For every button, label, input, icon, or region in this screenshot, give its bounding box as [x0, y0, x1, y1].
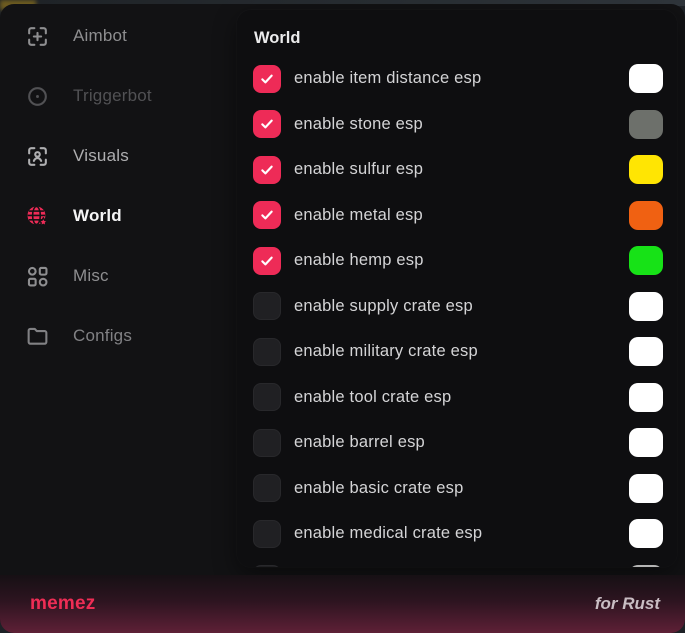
esp-checkbox[interactable] — [253, 110, 281, 138]
sidebar-item-misc[interactable]: Misc — [0, 246, 237, 306]
color-swatch[interactable] — [629, 428, 663, 457]
esp-row: enable item distance esp — [237, 56, 677, 102]
esp-row: enable metal esp — [237, 193, 677, 239]
sidebar-item-label: Aimbot — [73, 26, 127, 46]
main-area: AimbotTriggerbotVisualsWorldMiscConfigs … — [0, 4, 685, 575]
world-globe-icon — [25, 204, 50, 229]
esp-row-label: enable metal esp — [294, 206, 629, 225]
configs-folder-icon — [25, 324, 50, 349]
esp-row: enable stone esp — [237, 102, 677, 148]
esp-row-label: enable barrel esp — [294, 433, 629, 452]
esp-rows: enable item distance esp enable stone esp… — [237, 56, 677, 567]
check-icon — [259, 253, 275, 269]
sidebar-item-configs[interactable]: Configs — [0, 306, 237, 366]
esp-row: enable basic crate esp — [237, 466, 677, 512]
esp-checkbox[interactable] — [253, 156, 281, 184]
esp-checkbox[interactable] — [253, 565, 281, 567]
esp-row: enable hemp esp — [237, 238, 677, 284]
footer: memez for Rust — [0, 575, 685, 633]
esp-row: enable medical crate esp — [237, 511, 677, 557]
esp-checkbox[interactable] — [253, 520, 281, 548]
esp-checkbox[interactable] — [253, 292, 281, 320]
color-swatch[interactable] — [629, 246, 663, 275]
color-swatch[interactable] — [629, 64, 663, 93]
panel-title: World — [254, 20, 677, 56]
esp-row: enable military crate esp — [237, 329, 677, 375]
color-swatch[interactable] — [629, 383, 663, 412]
esp-checkbox[interactable] — [253, 474, 281, 502]
esp-row-partial — [237, 557, 677, 568]
esp-checkbox[interactable] — [253, 247, 281, 275]
esp-row: enable supply crate esp — [237, 284, 677, 330]
sidebar-item-aimbot[interactable]: Aimbot — [0, 6, 237, 66]
sidebar-item-triggerbot[interactable]: Triggerbot — [0, 66, 237, 126]
check-icon — [259, 116, 275, 132]
color-swatch[interactable] — [629, 519, 663, 548]
brand-logo: memez — [30, 593, 95, 615]
sidebar-item-label: World — [73, 206, 122, 226]
world-panel: World enable item distance esp enable sto… — [237, 10, 677, 567]
triggerbot-circle-icon — [25, 84, 50, 109]
color-swatch[interactable] — [629, 155, 663, 184]
color-swatch[interactable] — [629, 110, 663, 139]
esp-checkbox[interactable] — [253, 383, 281, 411]
color-swatch[interactable] — [629, 474, 663, 503]
esp-row-label: enable item distance esp — [294, 69, 629, 88]
aimbot-crosshair-icon — [25, 24, 50, 49]
esp-checkbox[interactable] — [253, 201, 281, 229]
esp-checkbox[interactable] — [253, 338, 281, 366]
cheat-menu-window: AimbotTriggerbotVisualsWorldMiscConfigs … — [0, 4, 685, 633]
sidebar-item-label: Visuals — [73, 146, 129, 166]
visuals-scan-icon — [25, 144, 50, 169]
sidebar: Aimbot Triggerbot Visuals World Misc Configs — [0, 4, 237, 575]
check-icon — [259, 71, 275, 87]
esp-row-label: enable medical crate esp — [294, 524, 629, 543]
esp-row-label: enable basic crate esp — [294, 479, 629, 498]
sidebar-item-label: Configs — [73, 326, 132, 346]
sidebar-item-label: Misc — [73, 266, 109, 286]
check-icon — [259, 207, 275, 223]
brand-suffix: for Rust — [595, 594, 660, 614]
misc-shapes-icon — [25, 264, 50, 289]
esp-row: enable barrel esp — [237, 420, 677, 466]
check-icon — [259, 162, 275, 178]
esp-checkbox[interactable] — [253, 429, 281, 457]
esp-row: enable sulfur esp — [237, 147, 677, 193]
color-swatch[interactable] — [629, 337, 663, 366]
esp-checkbox[interactable] — [253, 65, 281, 93]
esp-row-label: enable military crate esp — [294, 342, 629, 361]
color-swatch[interactable] — [629, 201, 663, 230]
esp-row-label: enable hemp esp — [294, 251, 629, 270]
sidebar-item-label: Triggerbot — [73, 86, 152, 106]
sidebar-item-world[interactable]: World — [0, 186, 237, 246]
esp-row-label: enable sulfur esp — [294, 160, 629, 179]
esp-row: enable tool crate esp — [237, 375, 677, 421]
esp-row-label: enable stone esp — [294, 115, 629, 134]
sidebar-item-visuals[interactable]: Visuals — [0, 126, 237, 186]
color-swatch[interactable] — [629, 565, 663, 567]
esp-row-label: enable supply crate esp — [294, 297, 629, 316]
color-swatch[interactable] — [629, 292, 663, 321]
esp-row-label: enable tool crate esp — [294, 388, 629, 407]
